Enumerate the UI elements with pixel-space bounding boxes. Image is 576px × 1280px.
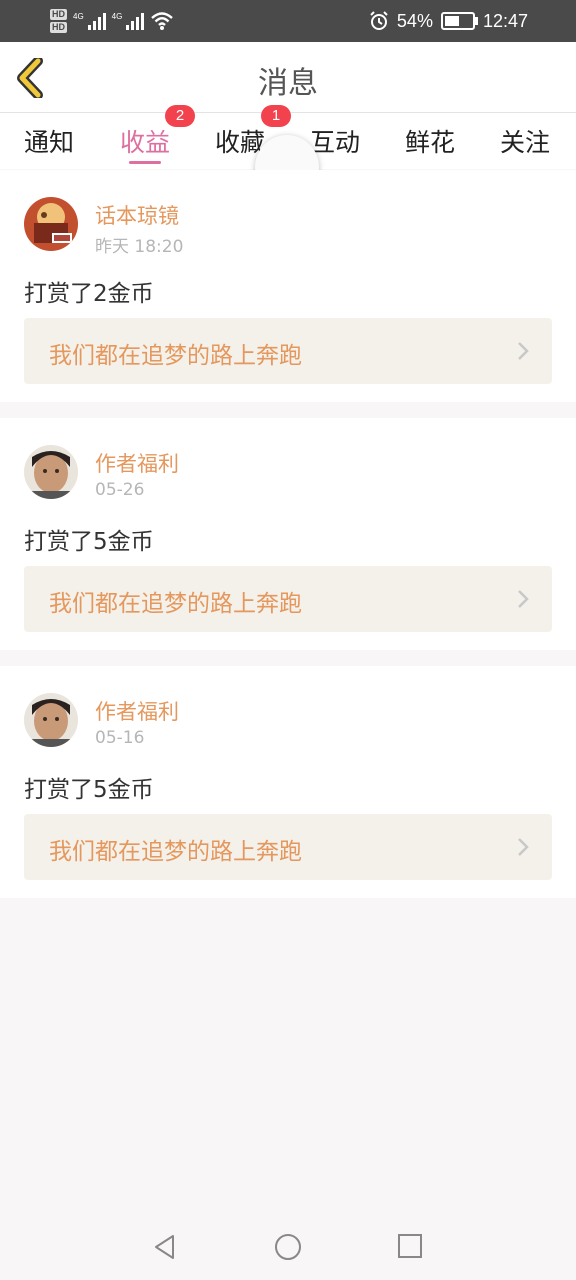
message-time: 05-26 <box>95 480 145 500</box>
article-title: 我们都在追梦的路上奔跑 <box>49 591 302 617</box>
tab-follow[interactable]: 关注 <box>500 123 550 159</box>
signal-icon-2: 4G <box>112 12 145 30</box>
avatar[interactable] <box>24 693 78 747</box>
home-circle-icon[interactable] <box>274 1233 302 1261</box>
sender-name[interactable]: 作者福利 <box>95 696 179 726</box>
hd-indicators: HD HD <box>50 9 67 33</box>
message-card: 话本琼镜 昨天 18:20 打赏了2金币 我们都在追梦的路上奔跑 <box>0 170 576 402</box>
battery-icon <box>440 12 478 30</box>
tab-favorites-badge: 1 <box>261 105 291 127</box>
signal-icon: 4G <box>73 12 106 30</box>
message-text: 打赏了5金币 <box>24 777 154 803</box>
message-card: 作者福利 05-26 打赏了5金币 我们都在追梦的路上奔跑 <box>0 418 576 650</box>
sender-name[interactable]: 话本琼镜 <box>95 200 179 230</box>
tab-interaction[interactable]: 互动 <box>310 123 360 159</box>
tab-flowers[interactable]: 鲜花 <box>405 123 455 159</box>
wifi-icon <box>151 12 174 30</box>
tab-earnings-badge: 2 <box>165 105 195 127</box>
avatar[interactable] <box>24 445 78 499</box>
clock: 12:47 <box>482 10 528 31</box>
sender-name[interactable]: 作者福利 <box>95 448 179 478</box>
alarm-icon <box>370 11 388 30</box>
tab-earnings[interactable]: 收益 <box>120 123 170 159</box>
chevron-right-icon <box>518 342 529 360</box>
article-link[interactable]: 我们都在追梦的路上奔跑 <box>24 814 552 880</box>
battery-percent: 54% <box>396 10 433 31</box>
active-tab-indicator <box>129 161 161 164</box>
article-title: 我们都在追梦的路上奔跑 <box>49 839 302 865</box>
status-left: HD HD 4G 4G <box>50 6 174 36</box>
page-title: 消息 <box>258 66 318 101</box>
app-header: 消息 <box>0 42 576 113</box>
article-title: 我们都在追梦的路上奔跑 <box>49 343 302 369</box>
message-time: 05-16 <box>95 728 145 748</box>
status-right: 54% 12:47 <box>369 0 528 42</box>
net-label-2: 4G <box>111 12 123 21</box>
avatar[interactable] <box>24 197 78 251</box>
system-nav-bar <box>0 1214 576 1280</box>
message-text: 打赏了2金币 <box>24 281 154 307</box>
chevron-right-icon <box>518 590 529 608</box>
message-card: 作者福利 05-16 打赏了5金币 我们都在追梦的路上奔跑 <box>0 666 576 898</box>
message-time: 昨天 18:20 <box>95 237 184 257</box>
hd-label-1: HD <box>50 9 67 20</box>
back-triangle-icon[interactable] <box>151 1233 179 1261</box>
status-bar: HD HD 4G 4G 54% 12:47 <box>0 0 576 42</box>
article-link[interactable]: 我们都在追梦的路上奔跑 <box>24 318 552 384</box>
chevron-right-icon <box>518 838 529 856</box>
tab-notice[interactable]: 通知 <box>24 123 74 159</box>
article-link[interactable]: 我们都在追梦的路上奔跑 <box>24 566 552 632</box>
message-text: 打赏了5金币 <box>24 529 154 555</box>
recents-square-icon[interactable] <box>397 1233 423 1259</box>
net-label-1: 4G <box>73 12 84 21</box>
hd-label-2: HD <box>50 22 67 33</box>
